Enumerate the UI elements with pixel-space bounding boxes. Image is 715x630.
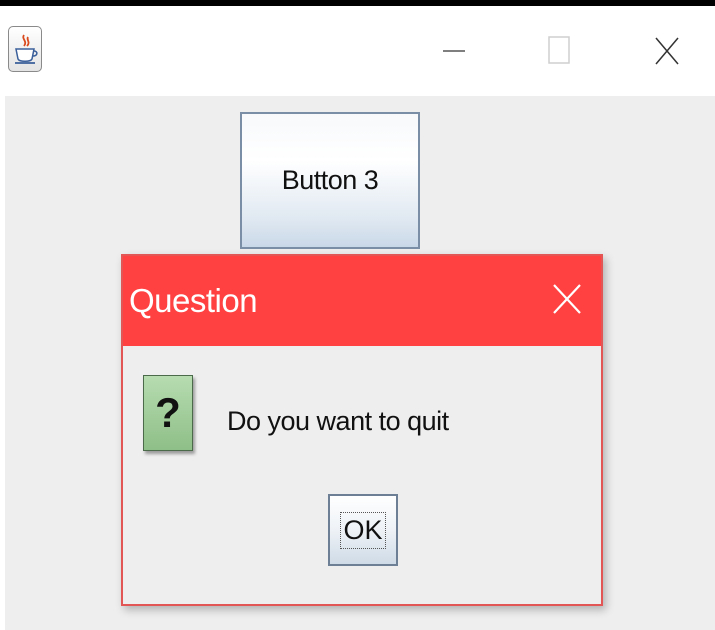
button-3[interactable]: Button 3	[240, 112, 420, 249]
maximize-button[interactable]	[530, 26, 590, 76]
dialog-titlebar[interactable]: Question	[123, 256, 601, 346]
dialog-close-button[interactable]	[551, 282, 583, 316]
dialog-message: Do you want to quit	[227, 406, 449, 436]
question-dialog: Question ? Do you want to quit OK	[121, 254, 603, 606]
question-icon-glyph: ?	[155, 389, 181, 436]
window-close-button[interactable]	[638, 26, 698, 76]
minimize-icon	[443, 50, 465, 52]
minimize-button[interactable]	[424, 26, 484, 76]
maximize-icon	[548, 36, 570, 64]
ok-button[interactable]: OK	[328, 494, 398, 566]
dialog-title: Question	[129, 282, 258, 319]
ok-button-label: OK	[340, 511, 386, 549]
java-coffee-cup-icon[interactable]	[8, 26, 42, 72]
question-icon: ?	[143, 375, 193, 451]
button-3-label: Button 3	[281, 165, 379, 195]
close-icon	[553, 284, 581, 314]
window-titlebar[interactable]	[0, 6, 715, 94]
close-icon	[655, 37, 679, 65]
